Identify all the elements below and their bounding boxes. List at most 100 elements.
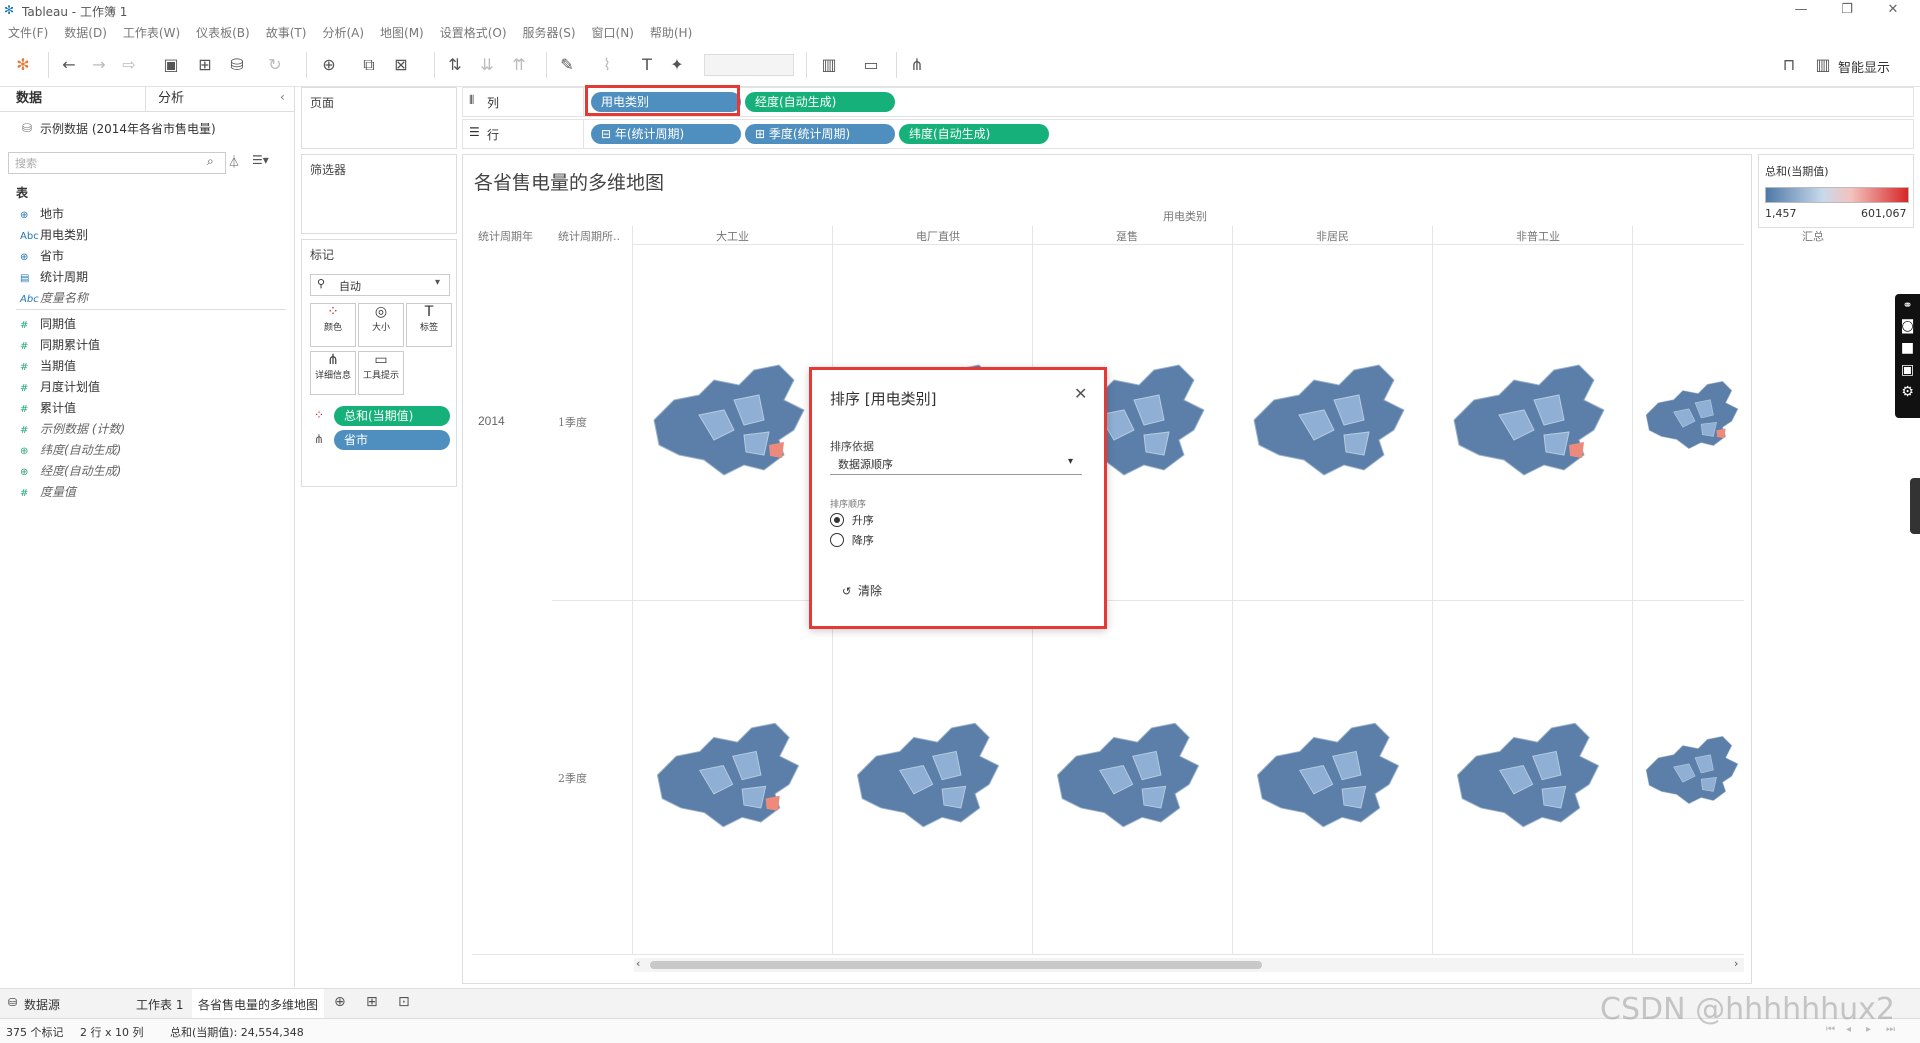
field-item[interactable]: # 度量值 [20, 482, 76, 502]
duplicate-sheet-icon[interactable]: ⧉ [358, 54, 380, 76]
new-worksheet-icon[interactable]: ⊕ [318, 54, 340, 76]
map-region[interactable] [941, 785, 967, 809]
rows-pill-year[interactable]: ⊟ 年(统计周期) [591, 124, 741, 144]
tableau-home-icon[interactable]: ✻ [12, 54, 34, 76]
clear-sheet-icon[interactable]: ⊠ [390, 54, 412, 76]
minimize-button[interactable]: — [1778, 0, 1824, 22]
save-icon[interactable]: ▣ [160, 54, 182, 76]
map-region[interactable] [1541, 785, 1567, 809]
field-item[interactable]: ⊕ 省市 [20, 246, 64, 266]
presentation-icon[interactable]: ▭ [860, 54, 882, 76]
view-options-icon[interactable]: ☰▾ [252, 153, 269, 167]
menu-dashboard[interactable]: 仪表板(B) [196, 22, 250, 44]
map-region[interactable] [741, 785, 767, 809]
menu-server[interactable]: 服务器(S) [523, 22, 576, 44]
refresh-icon[interactable]: ↻ [264, 54, 286, 76]
pin-icon[interactable]: ✦ [666, 54, 688, 76]
column-header[interactable]: 大工业 [716, 228, 749, 244]
marks-pill-sum[interactable]: 总和(当期值) [334, 406, 450, 426]
window-icon[interactable]: ▣ [1895, 362, 1920, 378]
menu-file[interactable]: 文件(F) [8, 22, 48, 44]
close-icon[interactable]: ✕ [1074, 384, 1087, 403]
province-map[interactable] [1444, 360, 1614, 480]
field-item[interactable]: ▤ 统计周期 [20, 267, 88, 287]
replay-icon[interactable]: ⇨ [118, 54, 140, 76]
columns-pill-longitude[interactable]: 经度(自动生成) [745, 92, 895, 112]
filters-card[interactable]: 筛选器 [301, 154, 457, 234]
field-item[interactable]: # 同期值 [20, 314, 76, 334]
new-story-icon[interactable]: ⊡ [398, 994, 410, 1010]
pages-card[interactable]: 页面 [301, 87, 457, 149]
sheet-tab-1[interactable]: 工作表 1 [128, 989, 186, 1019]
column-header[interactable]: 非居民 [1316, 228, 1349, 244]
field-item[interactable]: # 示例数据 (计数) [20, 419, 125, 439]
menu-data[interactable]: 数据(D) [64, 22, 107, 44]
province-map[interactable] [1640, 715, 1744, 825]
undo-icon[interactable]: ← [58, 54, 80, 76]
close-window-button[interactable]: ✕ [1870, 0, 1916, 22]
province-map[interactable] [648, 715, 808, 835]
field-item[interactable]: Abc用电类别 [20, 225, 88, 245]
datasource-name[interactable]: 示例数据 (2014年各省市售电量) [40, 120, 216, 137]
menu-map[interactable]: 地图(M) [380, 22, 424, 44]
show-me-button[interactable]: 智能显示 [1838, 57, 1890, 76]
tooltip-button[interactable]: ▭ 工具提示 [358, 351, 404, 395]
highlight-icon[interactable]: ✎ [556, 54, 578, 76]
province-map[interactable] [1640, 360, 1744, 470]
radio-descending[interactable]: 降序 [830, 532, 874, 548]
menu-story[interactable]: 故事(T) [266, 22, 307, 44]
restore-button[interactable]: ❐ [1824, 0, 1870, 22]
share-icon[interactable]: ⋔ [906, 54, 928, 76]
field-item[interactable]: # 月度计划值 [20, 377, 100, 397]
scroll-thumb[interactable] [650, 961, 1262, 969]
scroll-right-icon[interactable]: › [1734, 957, 1738, 970]
rows-pill-quarter[interactable]: ⊞ 季度(统计周期) [745, 124, 895, 144]
menu-analysis[interactable]: 分析(A) [322, 22, 364, 44]
province-map[interactable] [1244, 360, 1414, 480]
pin-view-icon[interactable]: ⊓ [1778, 54, 1800, 76]
field-item[interactable]: # 累计值 [20, 398, 76, 418]
sort-asc-icon[interactable]: ⇊ [476, 54, 498, 76]
collapse-pane-icon[interactable]: ‹ [280, 90, 285, 104]
column-header[interactable]: 电厂直供 [916, 228, 960, 244]
menu-format[interactable]: 设置格式(O) [440, 22, 507, 44]
field-item[interactable]: ⊕ 地市 [20, 204, 64, 224]
menu-help[interactable]: 帮助(H) [650, 22, 692, 44]
rows-shelf[interactable]: ☰ 行 ⊟ 年(统计周期) ⊞ 季度(统计周期) 纬度(自动生成) [462, 119, 1914, 149]
filter-icon[interactable]: ⏃ [228, 153, 240, 170]
new-datasource-icon[interactable]: ⊞ [194, 54, 216, 76]
field-item[interactable]: ⊕ 经度(自动生成) [20, 461, 121, 481]
province-map[interactable] [1448, 715, 1608, 835]
column-header[interactable]: 汇总 [1802, 228, 1824, 244]
menu-window[interactable]: 窗口(N) [592, 22, 634, 44]
field-item[interactable]: # 同期累计值 [20, 335, 100, 355]
video-icon[interactable]: ■ [1895, 340, 1920, 356]
viz-view[interactable] [462, 154, 1752, 984]
new-sheet-icon[interactable]: ⊕ [334, 994, 346, 1010]
color-button[interactable]: ⁘ 颜色 [310, 303, 356, 347]
rows-pill-latitude[interactable]: 纬度(自动生成) [899, 124, 1049, 144]
map-region[interactable] [1143, 431, 1170, 456]
sort-desc-icon[interactable]: ⇈ [508, 54, 530, 76]
province-map[interactable] [848, 715, 1008, 835]
scroll-left-icon[interactable]: ‹ [636, 957, 640, 970]
column-header[interactable]: 非普工业 [1516, 228, 1560, 244]
map-region[interactable] [1700, 776, 1717, 792]
mark-type-dropdown[interactable]: ⚲ 自动 ▾ [310, 274, 450, 296]
province-map[interactable] [644, 360, 814, 480]
menu-worksheet[interactable]: 工作表(W) [123, 22, 180, 44]
sheet-tab-2[interactable]: 各省售电量的多维地图 [192, 989, 324, 1019]
size-button[interactable]: ◎ 大小 [358, 303, 404, 347]
clear-button[interactable]: ↺ 清除 [842, 582, 882, 599]
marks-pill-province[interactable]: 省市 [334, 430, 450, 450]
map-region[interactable] [743, 431, 770, 456]
map-region[interactable] [1343, 431, 1370, 456]
search-field[interactable]: 搜索 ⌕ [8, 152, 226, 174]
tab-data[interactable]: 数据 [16, 87, 42, 111]
detail-button[interactable]: ⋔ 详细信息 [310, 351, 356, 395]
radio-ascending[interactable]: 升序 [830, 512, 874, 528]
settings-gear-icon[interactable]: ⚙ [1895, 384, 1920, 400]
side-handle[interactable] [1910, 478, 1920, 534]
horizontal-scrollbar[interactable]: ‹ › [634, 957, 1744, 972]
sort-by-dropdown[interactable]: 数据源顺序 ▾ [830, 454, 1082, 475]
